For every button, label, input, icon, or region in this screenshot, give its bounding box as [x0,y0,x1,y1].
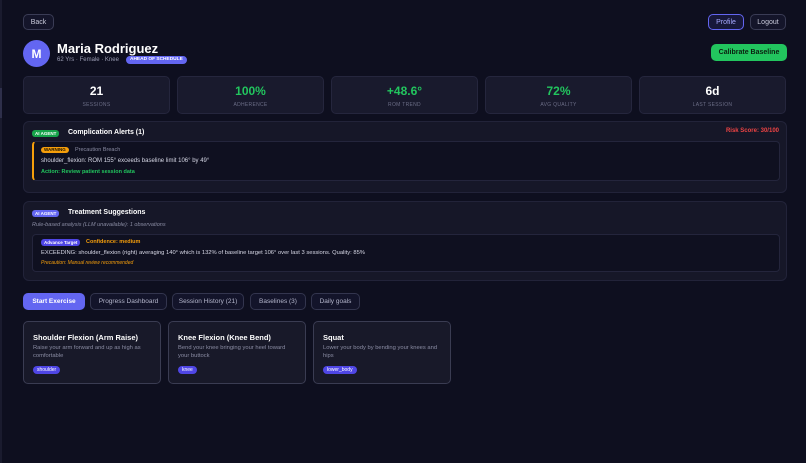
exercise-card-squat[interactable]: Squat Lower your body by bending your kn… [313,321,451,384]
complication-alerts-title: Complication Alerts (1) [68,129,145,136]
calibrate-baseline-button[interactable]: Calibrate Baseline [711,44,787,61]
exercise-title: Knee Flexion (Knee Bend) [178,333,271,342]
ai-agent-badge: AI AGENT [32,130,60,137]
exercise-description: Bend your knee bringing your heel toward… [178,345,286,359]
logout-button[interactable]: Logout [750,14,786,30]
exercise-title: Shoulder Flexion (Arm Raise) [33,333,139,342]
stat-value: 72% [546,84,571,98]
suggestion-card: Advance Target Confidence: medium EXCEED… [32,234,780,272]
stat-label: LAST SESSION [692,102,733,108]
risk-score: Risk Score: 30/100 [725,128,779,134]
suggestion-precaution: Precaution: Manual review recommended [41,260,134,266]
exercise-card-knee-flexion[interactable]: Knee Flexion (Knee Bend) Bend your knee … [168,321,306,384]
patient-name: Maria Rodriguez [57,41,159,56]
alert-card: WARNING Precaution Breach shoulder_flexi… [32,141,780,181]
stat-adherence: 100% ADHERENCE [177,76,324,114]
suggestions-meta: Rule-based analysis (LLM unavailable): 1… [32,222,166,228]
exercise-title: Squat [323,333,344,342]
status-badge: AHEAD OF SCHEDULE [126,56,187,64]
warning-badge: WARNING [41,147,69,153]
stat-value: 21 [89,84,104,98]
complication-alerts-panel: AI AGENT Complication Alerts (1) Risk Sc… [23,121,787,193]
alert-action: Action: Review patient session data [41,169,135,175]
stat-value: 6d [705,84,720,98]
patient-meta: 62 Yrs · Female · Knee [57,57,119,63]
exercise-tag: shoulder [33,366,61,374]
stat-value: 100% [235,84,266,98]
back-button[interactable]: Back [23,14,54,30]
exercise-tag: knee [178,366,197,374]
ai-agent-badge: AI AGENT [32,210,60,217]
tab-start-exercise[interactable]: Start Exercise [23,293,85,310]
exercise-tag: lower_body [323,366,357,374]
tab-baselines[interactable]: Baselines (3) [250,293,306,310]
alert-type: Precaution Breach [75,147,121,153]
stat-avg-quality: 72% AVG QUALITY [485,76,632,114]
stat-label: ADHERENCE [233,102,268,108]
stat-last-session: 6d LAST SESSION [639,76,786,114]
stat-sessions: 21 SESSIONS [23,76,170,114]
stat-value: +48.6° [386,84,423,98]
exercise-card-shoulder-flexion[interactable]: Shoulder Flexion (Arm Raise) Raise your … [23,321,161,384]
tab-daily-goals[interactable]: Daily goals [311,293,360,310]
stat-rom-trend: +48.6° ROM TREND [331,76,478,114]
treatment-suggestions-panel: AI AGENT Treatment Suggestions Rule-base… [23,201,787,281]
confidence-label: Confidence: medium [86,239,141,245]
tab-session-history[interactable]: Session History (21) [172,293,244,310]
advance-target-badge: Advance Target [41,239,81,246]
exercise-description: Raise your arm forward and up as high as… [33,345,141,359]
tab-progress-dashboard[interactable]: Progress Dashboard [90,293,167,310]
stat-label: AVG QUALITY [540,102,577,108]
suggestion-text: EXCEEDING: shoulder_flexion (right) aver… [41,250,365,256]
stat-label: SESSIONS [82,102,111,108]
avatar: M [23,40,50,67]
profile-button[interactable]: Profile [708,14,744,30]
treatment-suggestions-title: Treatment Suggestions [68,209,146,216]
exercise-description: Lower your body by bending your knees an… [323,345,438,359]
alert-text: shoulder_flexion: ROM 155° exceeds basel… [41,158,210,164]
stat-label: ROM TREND [388,102,421,108]
window-edge [0,0,2,463]
